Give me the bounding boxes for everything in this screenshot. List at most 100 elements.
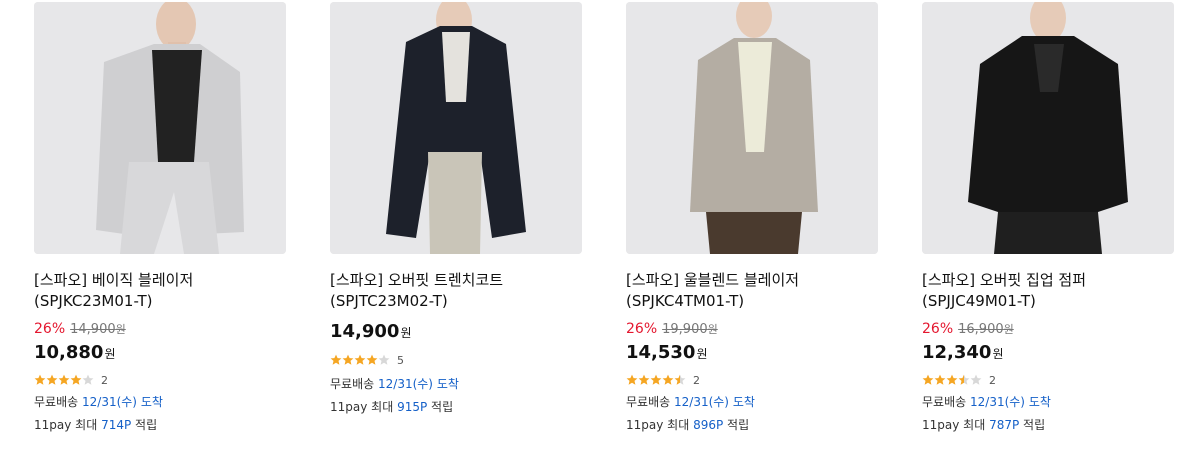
star-rating <box>922 374 982 386</box>
points-value: 915P <box>397 400 428 414</box>
pay-prefix: 11pay 최대 <box>330 400 394 414</box>
star-icon <box>662 374 674 385</box>
star-rating <box>330 354 390 366</box>
pay-points-info: 11pay 최대 787P 적립 <box>922 417 1174 434</box>
sale-price-row: 10,880 원 <box>34 342 286 366</box>
review-count: 2 <box>989 373 996 387</box>
pay-suffix: 적립 <box>727 418 750 432</box>
sale-price-unit: 원 <box>104 347 116 361</box>
pay-prefix: 11pay 최대 <box>34 418 98 432</box>
star-icon <box>638 374 650 385</box>
product-title[interactable]: [스파오] 오버핏 집업 점퍼 (SPJJC49M01-T) <box>922 270 1172 312</box>
sale-price: 14,530 <box>626 342 696 363</box>
arrival-text: 도착 <box>732 395 755 409</box>
star-icon <box>330 354 342 365</box>
sale-price: 12,340 <box>922 342 992 363</box>
sale-price-unit: 원 <box>400 326 412 340</box>
rating-row: 5 <box>330 352 582 368</box>
free-shipping-label: 무료배송 <box>330 377 375 391</box>
model-photo <box>626 2 878 254</box>
product-title[interactable]: [스파오] 베이직 블레이저 (SPJKC23M01-T) <box>34 270 284 312</box>
sale-price-unit: 원 <box>696 347 708 361</box>
arrival-date: 12/31(수) <box>82 395 137 409</box>
model-photo <box>922 2 1174 254</box>
pay-suffix: 적립 <box>431 400 454 414</box>
product-image[interactable] <box>922 2 1174 254</box>
original-price: 14,900 <box>70 322 116 337</box>
points-value: 714P <box>101 418 132 432</box>
discount-rate: 26% <box>922 321 954 337</box>
product-grid: [스파오] 베이직 블레이저 (SPJKC23M01-T) 26% 14,900… <box>0 0 1186 464</box>
product-card[interactable]: [스파오] 오버핏 트렌치코트 (SPJTC23M02-T) 14,900 원 5… <box>330 2 582 416</box>
product-image[interactable] <box>330 2 582 254</box>
pay-prefix: 11pay 최대 <box>626 418 690 432</box>
star-rating <box>626 374 686 386</box>
star-icon <box>82 374 94 385</box>
pay-suffix: 적립 <box>1023 418 1046 432</box>
pay-prefix: 11pay 최대 <box>922 418 986 432</box>
pay-points-info: 11pay 최대 714P 적립 <box>34 417 286 434</box>
price-row: 26% 14,900 원 <box>34 321 286 341</box>
free-shipping-label: 무료배송 <box>34 395 79 409</box>
product-card[interactable]: [스파오] 베이직 블레이저 (SPJKC23M01-T) 26% 14,900… <box>34 2 286 434</box>
sale-price-unit: 원 <box>992 347 1004 361</box>
star-icon <box>366 354 378 365</box>
sale-price: 14,900 <box>330 321 400 342</box>
pay-points-info: 11pay 최대 915P 적립 <box>330 399 582 416</box>
star-icon <box>378 354 390 365</box>
free-shipping-label: 무료배송 <box>626 395 671 409</box>
arrival-date: 12/31(수) <box>378 377 433 391</box>
original-price-unit: 원 <box>115 323 126 336</box>
price-row: 26% 16,900 원 <box>922 321 1174 341</box>
star-icon <box>626 374 638 385</box>
arrival-text: 도착 <box>140 395 163 409</box>
price-row: 26% 19,900 원 <box>626 321 878 341</box>
product-card[interactable]: [스파오] 울블렌드 블레이저 (SPJKC4TM01-T) 26% 19,90… <box>626 2 878 434</box>
shipping-info: 무료배송 12/31(수) 도착 <box>330 376 582 393</box>
star-icon <box>970 374 982 385</box>
shipping-info: 무료배송 12/31(수) 도착 <box>922 394 1174 411</box>
sale-price-row: 12,340 원 <box>922 342 1174 366</box>
points-value: 896P <box>693 418 724 432</box>
star-icon <box>674 374 686 385</box>
points-value: 787P <box>989 418 1020 432</box>
arrival-text: 도착 <box>1028 395 1051 409</box>
rating-row: 2 <box>922 372 1174 388</box>
review-count: 2 <box>693 373 700 387</box>
free-shipping-label: 무료배송 <box>922 395 967 409</box>
rating-row: 2 <box>34 372 286 388</box>
arrival-date: 12/31(수) <box>674 395 729 409</box>
discount-rate: 26% <box>34 321 66 337</box>
product-title[interactable]: [스파오] 울블렌드 블레이저 (SPJKC4TM01-T) <box>626 270 876 312</box>
sale-price-row: 14,900 원 <box>330 321 582 345</box>
shipping-info: 무료배송 12/31(수) 도착 <box>34 394 286 411</box>
review-count: 5 <box>397 353 404 367</box>
star-icon <box>934 374 946 385</box>
star-icon <box>46 374 58 385</box>
pay-points-info: 11pay 최대 896P 적립 <box>626 417 878 434</box>
product-card[interactable]: [스파오] 오버핏 집업 점퍼 (SPJJC49M01-T) 26% 16,90… <box>922 2 1174 434</box>
original-price-unit: 원 <box>707 323 718 336</box>
original-price: 16,900 <box>958 322 1004 337</box>
star-icon <box>354 354 366 365</box>
model-photo <box>34 2 286 254</box>
star-icon <box>922 374 934 385</box>
original-price: 19,900 <box>662 322 708 337</box>
star-rating <box>34 374 94 386</box>
arrival-date: 12/31(수) <box>970 395 1025 409</box>
pay-suffix: 적립 <box>135 418 158 432</box>
star-icon <box>946 374 958 385</box>
sale-price-row: 14,530 원 <box>626 342 878 366</box>
original-price-unit: 원 <box>1003 323 1014 336</box>
product-image[interactable] <box>626 2 878 254</box>
star-icon <box>70 374 82 385</box>
discount-rate: 26% <box>626 321 658 337</box>
shipping-info: 무료배송 12/31(수) 도착 <box>626 394 878 411</box>
star-icon <box>342 354 354 365</box>
product-image[interactable] <box>34 2 286 254</box>
product-title[interactable]: [스파오] 오버핏 트렌치코트 (SPJTC23M02-T) <box>330 270 580 312</box>
rating-row: 2 <box>626 372 878 388</box>
star-icon <box>958 374 970 385</box>
arrival-text: 도착 <box>436 377 459 391</box>
star-icon <box>34 374 46 385</box>
